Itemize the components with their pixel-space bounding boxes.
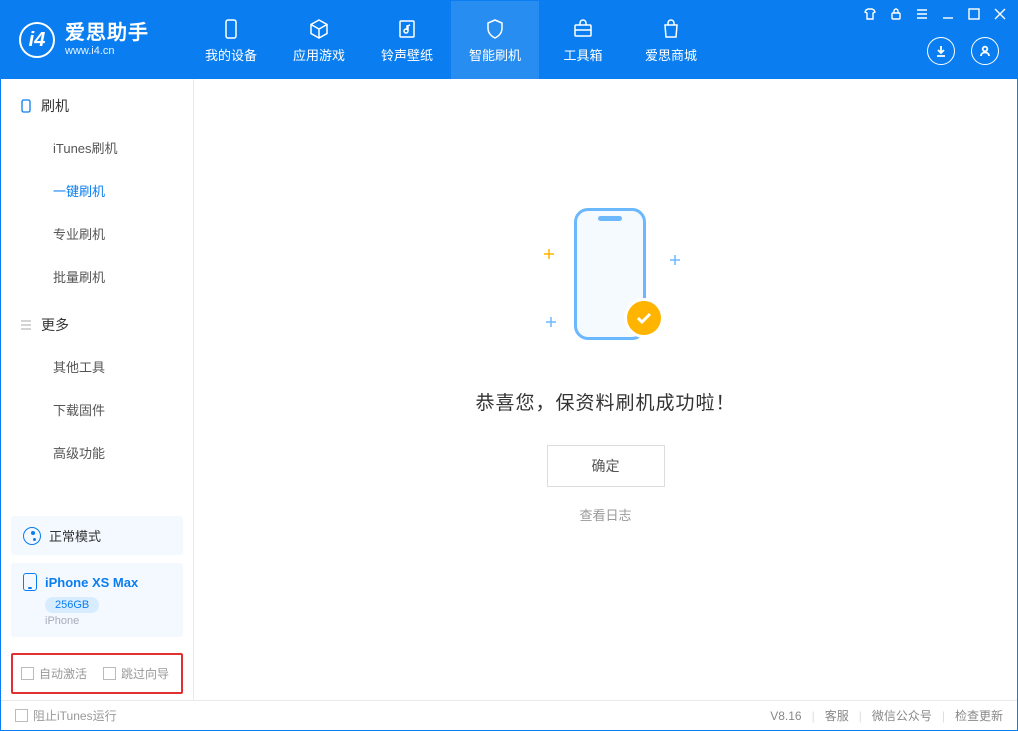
link-wechat[interactable]: 微信公众号 (872, 707, 932, 724)
tab-label: 智能刷机 (469, 45, 521, 64)
tab-label: 我的设备 (205, 45, 257, 64)
version-label: V8.16 (770, 709, 801, 723)
close-icon[interactable] (993, 7, 1007, 21)
mode-icon (23, 527, 41, 545)
mode-box[interactable]: 正常模式 (11, 516, 183, 555)
device-box[interactable]: iPhone XS Max 256GB iPhone (11, 563, 183, 637)
music-icon (394, 16, 420, 42)
section-more: 更多 (1, 298, 193, 345)
success-graphic (516, 196, 696, 366)
tab-label: 工具箱 (563, 45, 602, 64)
tshirt-icon[interactable] (863, 7, 877, 21)
link-check-update[interactable]: 检查更新 (955, 707, 1003, 724)
checkbox-skip-guide[interactable]: 跳过向导 (103, 665, 169, 682)
sparkle-icon (544, 246, 550, 252)
checkbox-row: 自动激活 跳过向导 (11, 653, 183, 694)
checkbox-icon (15, 709, 28, 722)
device-icon (218, 16, 244, 42)
separator: | (859, 709, 862, 723)
sidebar-item-download-firmware[interactable]: 下载固件 (1, 388, 193, 431)
app-header: i4 爱思助手 www.i4.cn 我的设备 应用游戏 铃声壁纸 智能刷机 工具… (1, 1, 1017, 79)
section-flash: 刷机 (1, 79, 193, 126)
checkbox-block-itunes[interactable]: 阻止iTunes运行 (15, 707, 117, 724)
checkbox-label: 跳过向导 (121, 665, 169, 682)
main-content: 恭喜您，保资料刷机成功啦！ 确定 查看日志 (194, 79, 1017, 700)
tab-label: 应用游戏 (293, 45, 345, 64)
checkbox-icon (103, 667, 116, 680)
separator: | (942, 709, 945, 723)
tab-my-device[interactable]: 我的设备 (187, 1, 275, 79)
success-check-icon (624, 298, 664, 338)
checkbox-label: 自动激活 (39, 665, 87, 682)
tab-label: 爱思商城 (645, 45, 697, 64)
success-message: 恭喜您，保资料刷机成功啦！ (475, 388, 735, 415)
sidebar-item-itunes-flash[interactable]: iTunes刷机 (1, 126, 193, 169)
tab-apps-games[interactable]: 应用游戏 (275, 1, 363, 79)
sidebar-item-other-tools[interactable]: 其他工具 (1, 345, 193, 388)
tab-ringtones-wallpapers[interactable]: 铃声壁纸 (363, 1, 451, 79)
checkbox-label: 阻止iTunes运行 (33, 707, 117, 724)
download-icon[interactable] (927, 37, 955, 65)
menu-icon[interactable] (915, 7, 929, 21)
separator: | (812, 709, 815, 723)
view-log-link[interactable]: 查看日志 (579, 505, 631, 524)
device-name: iPhone XS Max (45, 575, 138, 590)
sidebar: 刷机 iTunes刷机 一键刷机 专业刷机 批量刷机 更多 其他工具 下载固件 … (1, 79, 194, 700)
sparkle-icon (670, 252, 676, 258)
app-subtitle: www.i4.cn (65, 45, 149, 58)
checkbox-icon (21, 667, 34, 680)
account-icon[interactable] (971, 37, 999, 65)
app-title: 爱思助手 (65, 21, 149, 45)
sparkle-icon (546, 314, 552, 320)
sidebar-item-oneclick-flash[interactable]: 一键刷机 (1, 169, 193, 212)
device-phone-icon (23, 573, 37, 591)
device-type: iPhone (45, 615, 171, 627)
nav-tabs: 我的设备 应用游戏 铃声壁纸 智能刷机 工具箱 爱思商城 (187, 1, 715, 79)
tab-smart-flash[interactable]: 智能刷机 (451, 1, 539, 79)
confirm-button[interactable]: 确定 (547, 445, 665, 487)
sidebar-item-pro-flash[interactable]: 专业刷机 (1, 212, 193, 255)
storage-badge: 256GB (45, 597, 99, 613)
list-icon (19, 318, 33, 332)
link-support[interactable]: 客服 (825, 707, 849, 724)
toolbox-icon (570, 16, 596, 42)
phone-small-icon (19, 99, 33, 113)
lock-icon[interactable] (889, 7, 903, 21)
sidebar-item-batch-flash[interactable]: 批量刷机 (1, 255, 193, 298)
header-right-icons (927, 37, 999, 65)
checkbox-auto-activate[interactable]: 自动激活 (21, 665, 87, 682)
tab-label: 铃声壁纸 (381, 45, 433, 64)
shield-icon (482, 16, 508, 42)
bag-icon (658, 16, 684, 42)
window-controls (863, 7, 1007, 21)
sidebar-item-advanced[interactable]: 高级功能 (1, 431, 193, 474)
tab-toolbox[interactable]: 工具箱 (539, 1, 627, 79)
footer: 阻止iTunes运行 V8.16 | 客服 | 微信公众号 | 检查更新 (1, 700, 1017, 730)
tab-store[interactable]: 爱思商城 (627, 1, 715, 79)
minimize-icon[interactable] (941, 7, 955, 21)
maximize-icon[interactable] (967, 7, 981, 21)
logo-area: i4 爱思助手 www.i4.cn (1, 1, 167, 79)
mode-label: 正常模式 (49, 526, 101, 545)
section-title: 刷机 (41, 96, 69, 116)
section-title: 更多 (41, 315, 69, 335)
cube-icon (306, 16, 332, 42)
logo-icon: i4 (19, 22, 55, 58)
